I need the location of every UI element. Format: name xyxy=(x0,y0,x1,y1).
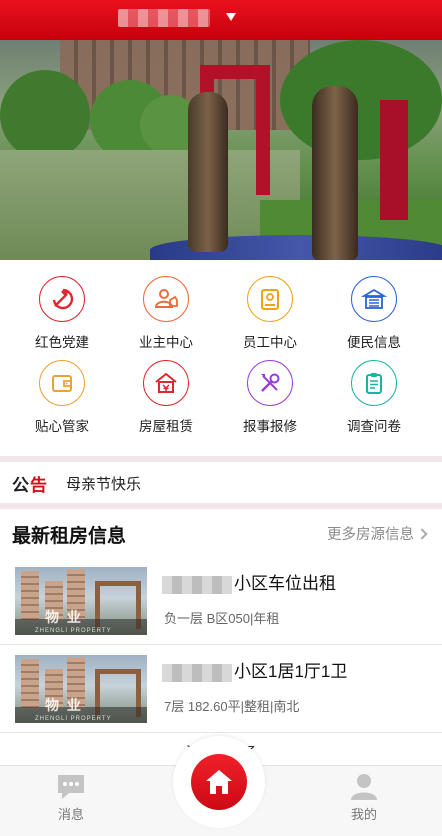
rental-listing[interactable]: 物 业 ZHENGLI PROPERTY 小区车位出租 负一层 B区050|年租 xyxy=(0,557,442,645)
menu-item-party-building[interactable]: 红色党建 xyxy=(10,270,114,352)
menu-item-convenience-info[interactable]: 便民信息 xyxy=(322,270,426,352)
top-header-bar xyxy=(0,0,442,40)
listing-details: 7层 182.60平|整租|南北 xyxy=(164,699,300,714)
owner-user-icon xyxy=(143,276,189,322)
house-lease-icon xyxy=(143,360,189,406)
home-icon xyxy=(206,770,232,794)
menu-label: 报事报修 xyxy=(243,419,297,434)
menu-item-house-rental[interactable]: 房屋租赁 xyxy=(114,354,218,436)
home-icon-circle xyxy=(191,754,247,810)
section-divider xyxy=(0,503,442,509)
tab-label: 我的 xyxy=(350,807,377,822)
clipboard-survey-icon xyxy=(351,360,397,406)
banner-statue-right xyxy=(312,86,358,260)
banner-statue-left xyxy=(188,92,228,252)
menu-item-survey[interactable]: 调查问卷 xyxy=(322,354,426,436)
thumbnail-watermark: 物 业 xyxy=(45,609,83,625)
menu-item-butler[interactable]: 贴心管家 xyxy=(10,354,114,436)
dropdown-caret-icon[interactable] xyxy=(226,13,236,21)
notice-text[interactable]: 母亲节快乐 xyxy=(66,473,141,494)
menu-label: 房屋租赁 xyxy=(139,419,193,434)
menu-label: 业主中心 xyxy=(139,335,193,350)
listing-thumbnail: 物 业 ZHENGLI PROPERTY xyxy=(15,655,147,723)
chevron-right-icon xyxy=(416,528,428,540)
menu-label: 员工中心 xyxy=(243,335,297,350)
listing-details: 负一层 B区050|年租 xyxy=(164,611,280,626)
thumbnail-watermark-en: ZHENGLI PROPERTY xyxy=(35,716,112,722)
menu-item-repair-report[interactable]: 报事报修 xyxy=(218,354,322,436)
thumbnail-watermark-en: ZHENGLI PROPERTY xyxy=(35,628,112,634)
listing-thumbnail: 物 业 ZHENGLI PROPERTY xyxy=(15,567,147,635)
redacted-name xyxy=(162,663,232,682)
menu-label: 便民信息 xyxy=(347,335,401,350)
id-badge-icon xyxy=(247,276,293,322)
info-board-icon xyxy=(351,276,397,322)
menu-item-staff-center[interactable]: 员工中心 xyxy=(218,270,322,352)
menu-item-owner-center[interactable]: 业主中心 xyxy=(114,270,218,352)
menu-label: 调查问卷 xyxy=(347,419,401,434)
thumbnail-watermark: 物 业 xyxy=(45,697,83,713)
listing-title: 小区1居1厅1卫 xyxy=(162,657,347,682)
redacted-name xyxy=(162,575,232,594)
rental-section-title: 最新租房信息 xyxy=(12,526,127,547)
user-profile-icon xyxy=(351,774,377,800)
community-name-redacted[interactable] xyxy=(118,9,210,27)
home-button[interactable] xyxy=(173,736,265,828)
section-divider xyxy=(0,456,442,462)
tab-mine[interactable]: 我的 xyxy=(314,766,414,836)
wallet-icon xyxy=(39,360,85,406)
repair-tools-icon xyxy=(247,360,293,406)
notice-tag: 公告 xyxy=(12,476,48,495)
chat-bubble-icon xyxy=(58,775,84,799)
party-emblem-icon xyxy=(39,276,85,322)
tab-label: 消息 xyxy=(57,807,84,822)
notice-bar[interactable]: 公告 母亲节快乐 xyxy=(0,463,442,503)
menu-label: 贴心管家 xyxy=(35,419,89,434)
menu-label: 红色党建 xyxy=(35,335,89,350)
tab-messages[interactable]: 消息 xyxy=(21,766,121,836)
more-listings-link[interactable]: 更多房源信息 xyxy=(327,523,428,544)
listing-title: 小区车位出租 xyxy=(162,569,336,594)
rental-listing[interactable]: 物 业 ZHENGLI PROPERTY 小区1居1厅1卫 7层 182.60平… xyxy=(0,645,442,733)
hero-banner-image[interactable] xyxy=(0,40,442,260)
